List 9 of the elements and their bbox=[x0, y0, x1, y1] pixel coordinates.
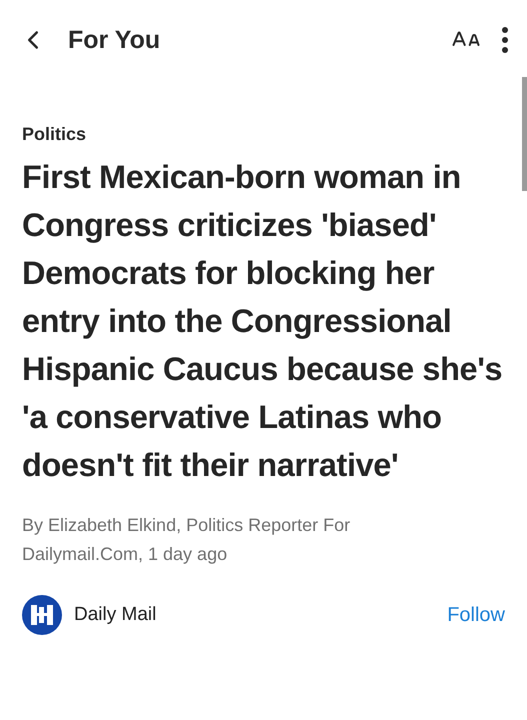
more-icon bbox=[501, 26, 509, 54]
follow-button[interactable]: Follow bbox=[447, 604, 505, 626]
headline: First Mexican-born woman in Congress criticizes 'biased' Democrats for blocking her entry into the Congressional Hispanic Caucus because she's 'a conservative Latinas who doesn't fit their narrative' bbox=[22, 158, 504, 485]
publisher-name: Daily Mail bbox=[74, 604, 158, 626]
page-title: For You bbox=[68, 26, 162, 54]
category-label: Politics bbox=[22, 124, 88, 145]
publisher-logo bbox=[22, 595, 62, 635]
byline: By Elizabeth Elkind, Politics Reporter For Dailymail.Com, 1 day ago bbox=[22, 514, 352, 566]
scrollbar[interactable] bbox=[522, 77, 527, 191]
